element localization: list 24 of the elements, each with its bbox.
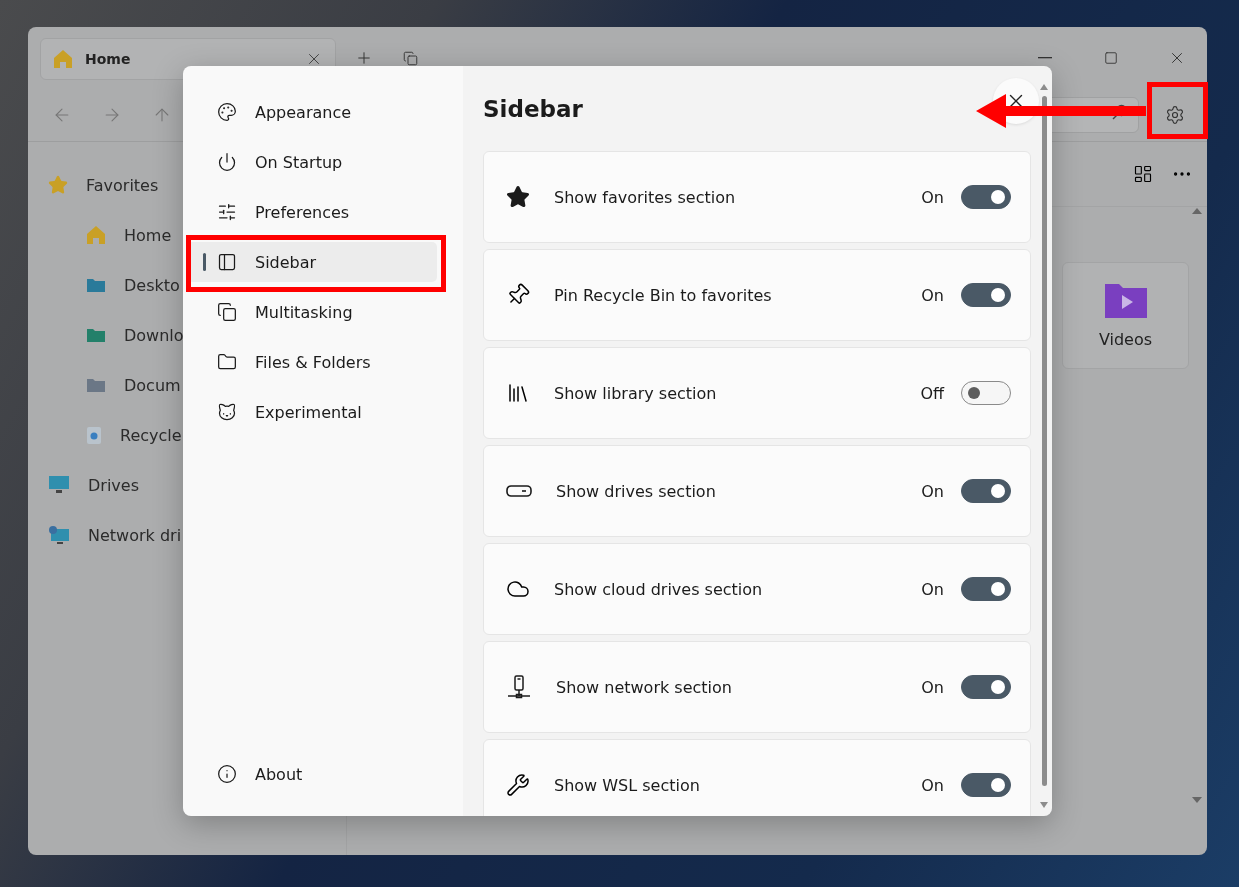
nav-label: Appearance — [255, 102, 352, 122]
setting-label: Show cloud drives section — [554, 579, 764, 599]
state-label: On — [921, 677, 944, 697]
nav-label: Multitasking — [255, 302, 353, 322]
page-title: Sidebar — [483, 94, 583, 124]
nav-label: Preferences — [255, 202, 350, 222]
state-label: On — [921, 285, 944, 305]
setting-label: Show library section — [554, 383, 718, 403]
nav-label: Sidebar — [255, 252, 317, 272]
setting-label: Pin Recycle Bin to favorites — [554, 285, 773, 305]
state-label: On — [921, 775, 944, 795]
setting-label: Show favorites section — [554, 187, 737, 207]
state-label: Off — [920, 383, 944, 403]
nav-label: Files & Folders — [255, 352, 371, 372]
state-label: On — [921, 481, 944, 501]
state-label: On — [921, 579, 944, 599]
state-label: On — [921, 187, 944, 207]
nav-label: About — [255, 764, 303, 784]
tab-title: Home — [85, 51, 132, 67]
setting-label: Show WSL section — [554, 775, 701, 795]
nav-label: On Startup — [255, 152, 343, 172]
setting-label: Show drives section — [556, 481, 717, 501]
nav-label: Experimental — [255, 402, 362, 422]
setting-label: Show network section — [556, 677, 733, 697]
